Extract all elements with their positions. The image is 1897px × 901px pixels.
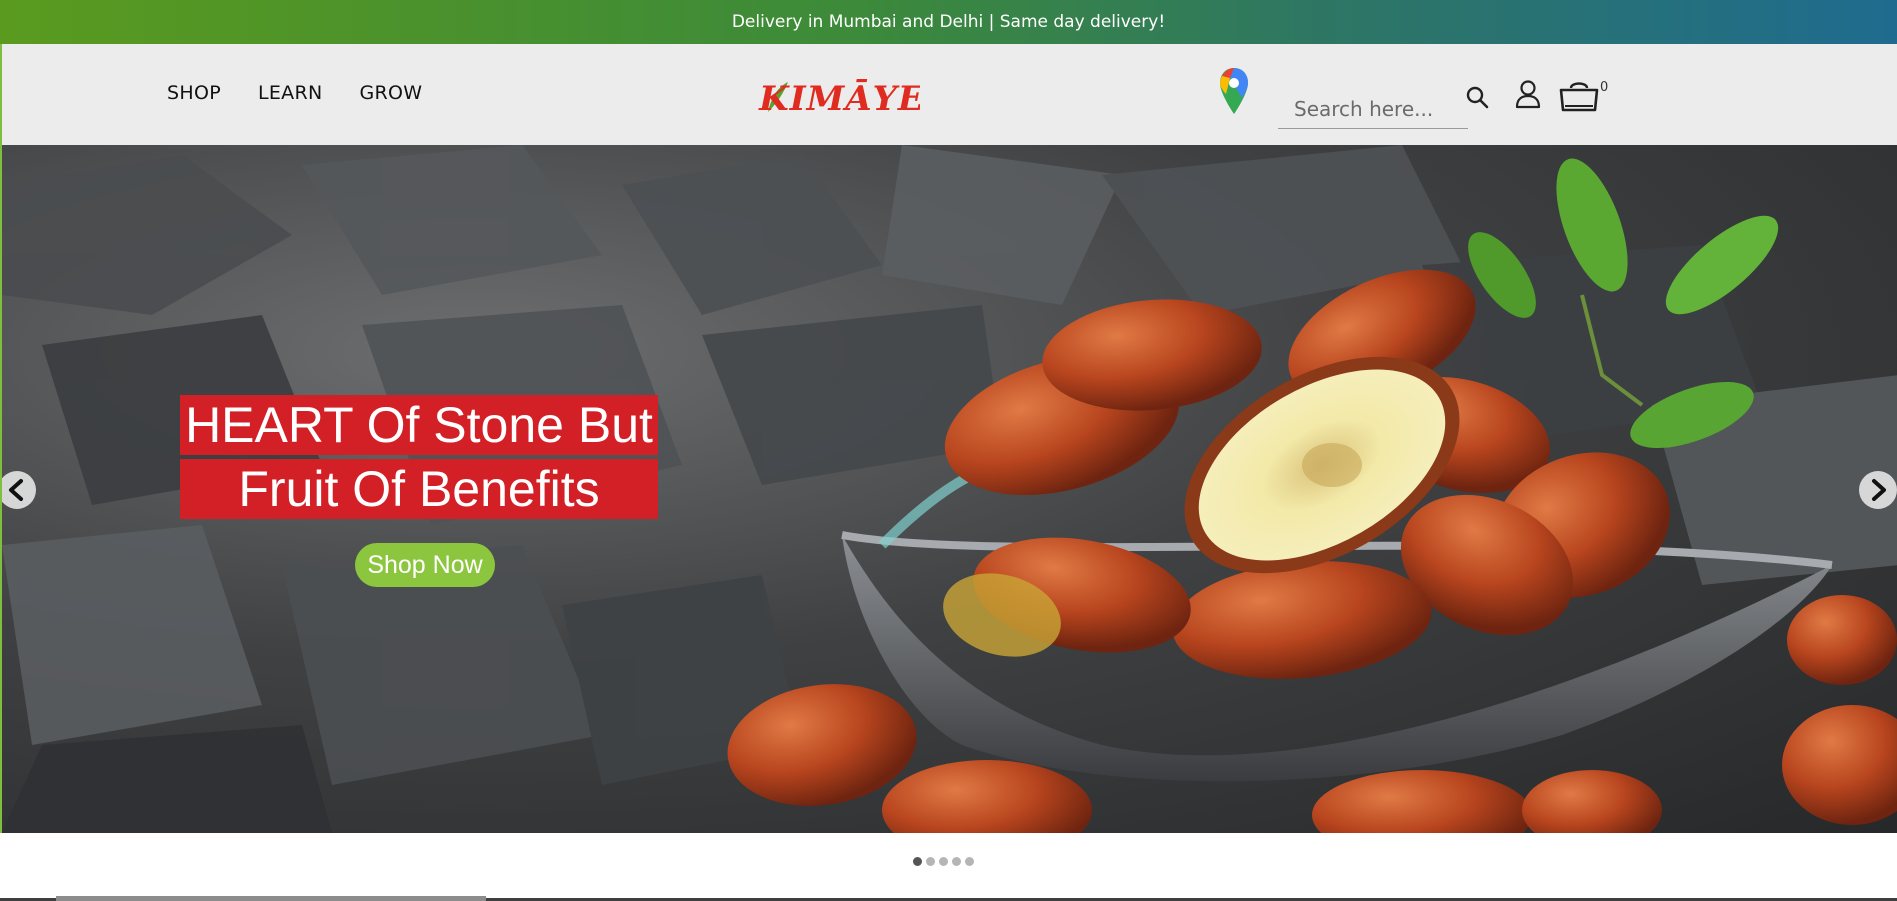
hero-headline-line-2: Fruit Of Benefits	[180, 459, 658, 519]
search-field	[1278, 89, 1468, 129]
shopping-bag-icon[interactable]	[1557, 78, 1601, 114]
chevron-left-icon	[9, 479, 23, 501]
svg-text:KIMĀYE: KIMĀYE	[758, 79, 920, 119]
announcement-text: Delivery in Mumbai and Delhi | Same day …	[731, 12, 1166, 32]
carousel-next-button[interactable]	[1859, 471, 1897, 509]
cart-count-badge: 0	[1600, 80, 1609, 95]
search-icon[interactable]	[1464, 84, 1492, 112]
carousel-dot-2[interactable]	[926, 857, 935, 866]
map-pin-icon[interactable]	[1218, 66, 1250, 118]
hero-carousel: HEART Of Stone But Fruit Of Benefits Sho…	[0, 145, 1897, 833]
nav-shop[interactable]: SHOP	[167, 82, 221, 104]
nav-grow[interactable]: GROW	[359, 82, 422, 104]
main-nav: SHOP LEARN GROW	[167, 82, 422, 104]
hero-headline: HEART Of Stone But Fruit Of Benefits	[180, 395, 658, 523]
site-header: SHOP LEARN GROW KIMĀYE 0	[0, 44, 1897, 145]
shop-now-button[interactable]: Shop Now	[355, 543, 495, 587]
search-input[interactable]	[1278, 89, 1468, 128]
site-logo[interactable]: KIMĀYE	[758, 72, 920, 122]
hero-headline-line-1: HEART Of Stone But	[180, 395, 658, 455]
user-icon[interactable]	[1514, 78, 1542, 110]
logo-wordmark: KIMĀYE	[758, 79, 920, 119]
carousel-dot-4[interactable]	[952, 857, 961, 866]
chevron-right-icon	[1872, 479, 1886, 501]
carousel-dots	[913, 857, 974, 866]
carousel-dot-3[interactable]	[939, 857, 948, 866]
nav-learn[interactable]: LEARN	[258, 82, 323, 104]
announcement-bar: Delivery in Mumbai and Delhi | Same day …	[0, 0, 1897, 44]
bottom-edge-highlight	[56, 896, 486, 901]
carousel-dot-1[interactable]	[913, 857, 922, 866]
carousel-dot-5[interactable]	[965, 857, 974, 866]
